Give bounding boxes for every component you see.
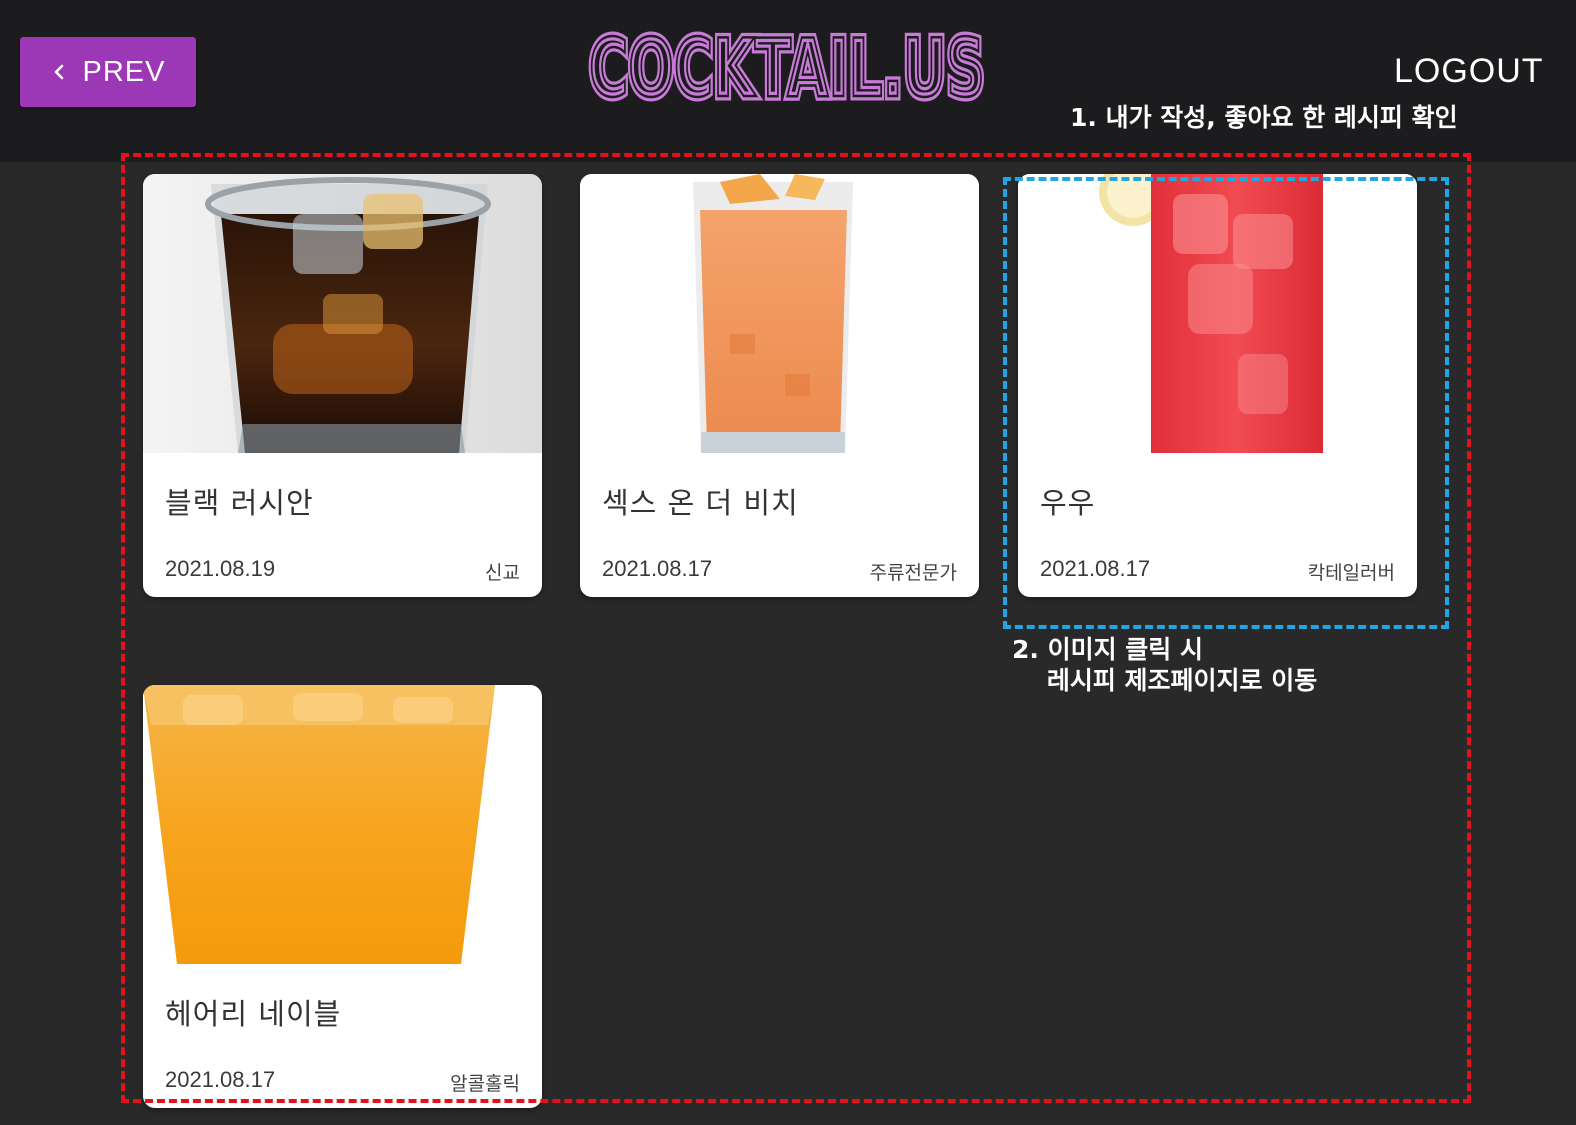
recipe-name: 섹스 온 더 비치 — [602, 486, 799, 520]
top-bar: PREV COCKTAIL.US COCKTAIL.US LOGOUT — [0, 0, 1576, 162]
recipe-card[interactable]: 섹스 온 더 비치 2021.08.17 주류전문가 — [580, 174, 979, 597]
recipe-image[interactable] — [580, 174, 979, 453]
annotation-note-2: 2. 이미지 클릭 시 레시피 제조페이지로 이동 — [1012, 635, 1318, 695]
recipe-date: 2021.08.17 — [165, 1067, 276, 1092]
recipe-card[interactable]: 우우 2021.08.17 칵테일러버 — [1018, 174, 1417, 597]
recipe-author: 알콜홀릭 — [450, 1073, 520, 1095]
recipe-card[interactable]: 헤어리 네이블 2021.08.17 알콜홀릭 — [143, 685, 542, 1108]
recipe-date: 2021.08.17 — [1040, 556, 1151, 581]
logo-text-outline: COCKTAIL.US — [589, 24, 985, 110]
recipe-author: 주류전문가 — [869, 562, 957, 584]
recipe-name: 우우 — [1040, 486, 1096, 520]
recipe-author: 신교 — [485, 562, 520, 584]
recipe-name: 블랙 러시안 — [165, 486, 314, 520]
annotation-note-1: 1. 내가 작성, 좋아요 한 레시피 확인 — [1070, 103, 1458, 132]
prev-button-label: PREV — [82, 55, 166, 88]
site-logo[interactable]: COCKTAIL.US COCKTAIL.US — [586, 24, 988, 110]
recipe-date: 2021.08.19 — [165, 556, 276, 581]
recipe-card[interactable]: 블랙 러시안 2021.08.19 신교 — [143, 174, 542, 597]
prev-button[interactable]: PREV — [20, 37, 196, 107]
logout-link[interactable]: LOGOUT — [1394, 52, 1544, 91]
recipe-image[interactable] — [1018, 174, 1417, 453]
recipe-date: 2021.08.17 — [602, 556, 713, 581]
recipe-image[interactable] — [143, 685, 542, 964]
recipe-name: 헤어리 네이블 — [165, 997, 342, 1031]
recipe-author: 칵테일러버 — [1307, 562, 1395, 584]
recipe-image[interactable] — [143, 174, 542, 453]
chevron-left-icon — [54, 64, 63, 80]
